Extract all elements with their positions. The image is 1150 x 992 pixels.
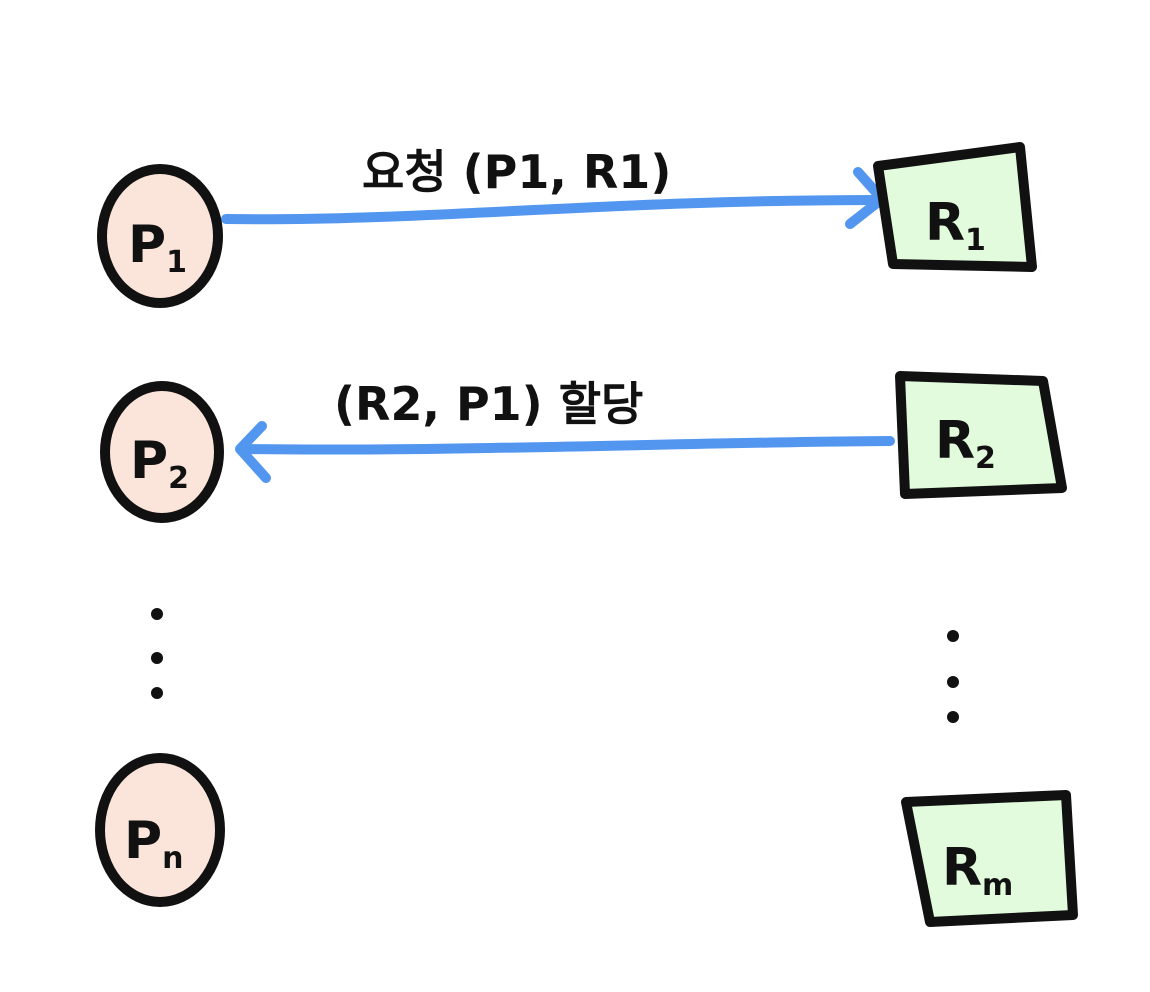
request-arrow-line <box>221 195 885 225</box>
resource-node-r1: R1 <box>873 142 1037 272</box>
request-edge: 요청 (P1, R1) <box>221 145 887 229</box>
process-node-pn: Pn <box>95 753 225 907</box>
allocation-edge: (R2, P1) 할당 <box>235 377 895 483</box>
resource-allocation-diagram: 요청 (P1, R1) (R2, P1) 할당 P1 P2 Pn R1 R2 R… <box>95 142 1078 927</box>
resource-node-rm: Rm <box>901 790 1078 927</box>
resource-node-r2: R2 <box>895 371 1067 499</box>
resource-box <box>895 371 1067 499</box>
ellipsis-dot <box>151 687 163 699</box>
process-ellipsis <box>151 608 163 699</box>
ellipsis-dot <box>947 711 959 723</box>
ellipsis-dot <box>947 676 959 688</box>
process-node-p2: P2 <box>100 381 224 523</box>
process-node-p1: P1 <box>97 164 223 308</box>
allocation-arrow-line <box>237 436 895 455</box>
ellipsis-dot <box>151 652 163 664</box>
allocation-edge-label: (R2, P1) 할당 <box>334 377 643 431</box>
resource-ellipsis <box>947 630 959 723</box>
ellipsis-dot <box>947 630 959 642</box>
request-edge-label: 요청 (P1, R1) <box>362 145 671 199</box>
ellipsis-dot <box>151 608 163 620</box>
